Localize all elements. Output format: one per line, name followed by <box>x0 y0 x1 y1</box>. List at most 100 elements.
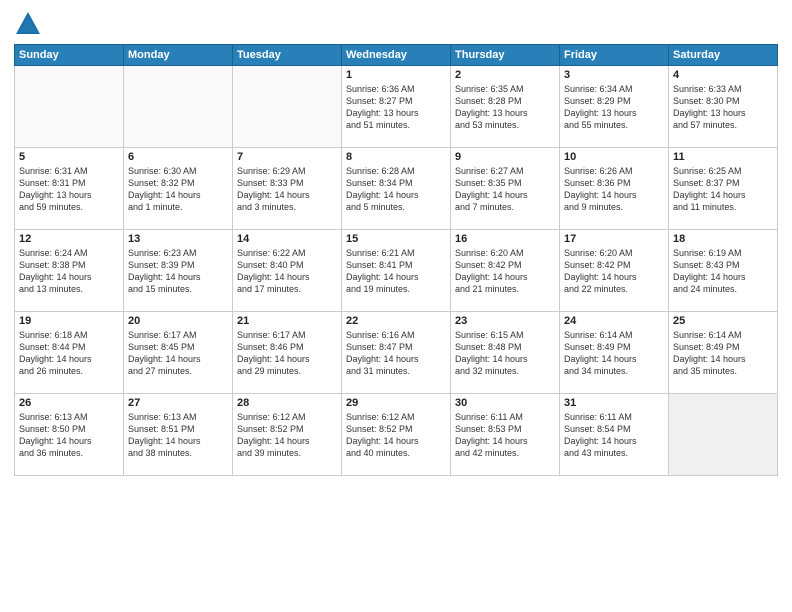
calendar-cell: 8 Sunrise: 6:28 AM Sunset: 8:34 PM Daylig… <box>342 148 451 230</box>
day-number: 20 <box>128 315 228 327</box>
calendar-cell: 17 Sunrise: 6:20 AM Sunset: 8:42 PM Dayli… <box>560 230 669 312</box>
calendar-cell: 10 Sunrise: 6:26 AM Sunset: 8:36 PM Dayli… <box>560 148 669 230</box>
calendar-cell <box>15 66 124 148</box>
cell-info: Sunrise: 6:18 AM Sunset: 8:44 PM Dayligh… <box>19 329 119 378</box>
day-number: 26 <box>19 397 119 409</box>
weekday-header-row: SundayMondayTuesdayWednesdayThursdayFrid… <box>15 45 778 66</box>
calendar-cell: 19 Sunrise: 6:18 AM Sunset: 8:44 PM Dayli… <box>15 312 124 394</box>
calendar-cell: 5 Sunrise: 6:31 AM Sunset: 8:31 PM Daylig… <box>15 148 124 230</box>
weekday-wednesday: Wednesday <box>342 45 451 66</box>
cell-info: Sunrise: 6:17 AM Sunset: 8:45 PM Dayligh… <box>128 329 228 378</box>
day-number: 17 <box>564 233 664 245</box>
day-number: 3 <box>564 69 664 81</box>
day-number: 22 <box>346 315 446 327</box>
cell-info: Sunrise: 6:20 AM Sunset: 8:42 PM Dayligh… <box>455 247 555 296</box>
day-number: 1 <box>346 69 446 81</box>
day-number: 21 <box>237 315 337 327</box>
day-number: 23 <box>455 315 555 327</box>
cell-info: Sunrise: 6:30 AM Sunset: 8:32 PM Dayligh… <box>128 165 228 214</box>
day-number: 27 <box>128 397 228 409</box>
calendar-cell: 7 Sunrise: 6:29 AM Sunset: 8:33 PM Daylig… <box>233 148 342 230</box>
cell-info: Sunrise: 6:28 AM Sunset: 8:34 PM Dayligh… <box>346 165 446 214</box>
calendar-table: SundayMondayTuesdayWednesdayThursdayFrid… <box>14 44 778 476</box>
day-number: 11 <box>673 151 773 163</box>
calendar-cell <box>124 66 233 148</box>
calendar-cell: 31 Sunrise: 6:11 AM Sunset: 8:54 PM Dayli… <box>560 394 669 476</box>
calendar-cell: 18 Sunrise: 6:19 AM Sunset: 8:43 PM Dayli… <box>669 230 778 312</box>
calendar-cell: 13 Sunrise: 6:23 AM Sunset: 8:39 PM Dayli… <box>124 230 233 312</box>
day-number: 6 <box>128 151 228 163</box>
calendar-cell: 22 Sunrise: 6:16 AM Sunset: 8:47 PM Dayli… <box>342 312 451 394</box>
cell-info: Sunrise: 6:16 AM Sunset: 8:47 PM Dayligh… <box>346 329 446 378</box>
day-number: 14 <box>237 233 337 245</box>
cell-info: Sunrise: 6:13 AM Sunset: 8:50 PM Dayligh… <box>19 411 119 460</box>
calendar-cell: 25 Sunrise: 6:14 AM Sunset: 8:49 PM Dayli… <box>669 312 778 394</box>
cell-info: Sunrise: 6:21 AM Sunset: 8:41 PM Dayligh… <box>346 247 446 296</box>
calendar-cell: 20 Sunrise: 6:17 AM Sunset: 8:45 PM Dayli… <box>124 312 233 394</box>
day-number: 8 <box>346 151 446 163</box>
calendar-cell: 29Sunrise: 6:12 AM Sunset: 8:52 PM Dayli… <box>342 394 451 476</box>
calendar-cell: 26 Sunrise: 6:13 AM Sunset: 8:50 PM Dayli… <box>15 394 124 476</box>
calendar-cell <box>233 66 342 148</box>
day-number: 12 <box>19 233 119 245</box>
cell-info: Sunrise: 6:33 AM Sunset: 8:30 PM Dayligh… <box>673 83 773 132</box>
week-row-3: 12Sunrise: 6:24 AM Sunset: 8:38 PM Dayli… <box>15 230 778 312</box>
day-number: 13 <box>128 233 228 245</box>
calendar-cell: 24 Sunrise: 6:14 AM Sunset: 8:49 PM Dayli… <box>560 312 669 394</box>
cell-info: Sunrise: 6:13 AM Sunset: 8:51 PM Dayligh… <box>128 411 228 460</box>
cell-info: Sunrise: 6:11 AM Sunset: 8:54 PM Dayligh… <box>564 411 664 460</box>
cell-info: Sunrise: 6:12 AM Sunset: 8:52 PM Dayligh… <box>237 411 337 460</box>
cell-info: Sunrise: 6:27 AM Sunset: 8:35 PM Dayligh… <box>455 165 555 214</box>
weekday-thursday: Thursday <box>451 45 560 66</box>
cell-info: Sunrise: 6:17 AM Sunset: 8:46 PM Dayligh… <box>237 329 337 378</box>
cell-info: Sunrise: 6:35 AM Sunset: 8:28 PM Dayligh… <box>455 83 555 132</box>
calendar-cell: 23 Sunrise: 6:15 AM Sunset: 8:48 PM Dayli… <box>451 312 560 394</box>
weekday-monday: Monday <box>124 45 233 66</box>
calendar-cell: 4 Sunrise: 6:33 AM Sunset: 8:30 PM Daylig… <box>669 66 778 148</box>
weekday-tuesday: Tuesday <box>233 45 342 66</box>
cell-info: Sunrise: 6:19 AM Sunset: 8:43 PM Dayligh… <box>673 247 773 296</box>
cell-info: Sunrise: 6:14 AM Sunset: 8:49 PM Dayligh… <box>564 329 664 378</box>
day-number: 31 <box>564 397 664 409</box>
day-number: 24 <box>564 315 664 327</box>
day-number: 29 <box>346 397 446 409</box>
day-number: 15 <box>346 233 446 245</box>
cell-info: Sunrise: 6:25 AM Sunset: 8:37 PM Dayligh… <box>673 165 773 214</box>
cell-info: Sunrise: 6:29 AM Sunset: 8:33 PM Dayligh… <box>237 165 337 214</box>
header <box>14 10 778 38</box>
page: SundayMondayTuesdayWednesdayThursdayFrid… <box>0 0 792 612</box>
weekday-friday: Friday <box>560 45 669 66</box>
calendar-cell: 12Sunrise: 6:24 AM Sunset: 8:38 PM Dayli… <box>15 230 124 312</box>
cell-info: Sunrise: 6:31 AM Sunset: 8:31 PM Dayligh… <box>19 165 119 214</box>
cell-info: Sunrise: 6:34 AM Sunset: 8:29 PM Dayligh… <box>564 83 664 132</box>
cell-info: Sunrise: 6:26 AM Sunset: 8:36 PM Dayligh… <box>564 165 664 214</box>
calendar-cell: 6 Sunrise: 6:30 AM Sunset: 8:32 PM Daylig… <box>124 148 233 230</box>
logo-icon <box>14 10 42 38</box>
logo <box>14 10 46 38</box>
calendar-cell: 27 Sunrise: 6:13 AM Sunset: 8:51 PM Dayli… <box>124 394 233 476</box>
day-number: 16 <box>455 233 555 245</box>
day-number: 5 <box>19 151 119 163</box>
day-number: 10 <box>564 151 664 163</box>
day-number: 30 <box>455 397 555 409</box>
calendar-cell: 11 Sunrise: 6:25 AM Sunset: 8:37 PM Dayli… <box>669 148 778 230</box>
cell-info: Sunrise: 6:23 AM Sunset: 8:39 PM Dayligh… <box>128 247 228 296</box>
week-row-4: 19 Sunrise: 6:18 AM Sunset: 8:44 PM Dayli… <box>15 312 778 394</box>
calendar-cell: 9Sunrise: 6:27 AM Sunset: 8:35 PM Daylig… <box>451 148 560 230</box>
cell-info: Sunrise: 6:14 AM Sunset: 8:49 PM Dayligh… <box>673 329 773 378</box>
calendar-cell: 28 Sunrise: 6:12 AM Sunset: 8:52 PM Dayli… <box>233 394 342 476</box>
day-number: 18 <box>673 233 773 245</box>
day-number: 19 <box>19 315 119 327</box>
weekday-sunday: Sunday <box>15 45 124 66</box>
calendar-cell: 16 Sunrise: 6:20 AM Sunset: 8:42 PM Dayli… <box>451 230 560 312</box>
day-number: 25 <box>673 315 773 327</box>
day-number: 7 <box>237 151 337 163</box>
cell-info: Sunrise: 6:15 AM Sunset: 8:48 PM Dayligh… <box>455 329 555 378</box>
day-number: 4 <box>673 69 773 81</box>
cell-info: Sunrise: 6:20 AM Sunset: 8:42 PM Dayligh… <box>564 247 664 296</box>
week-row-5: 26 Sunrise: 6:13 AM Sunset: 8:50 PM Dayli… <box>15 394 778 476</box>
day-number: 28 <box>237 397 337 409</box>
week-row-1: 1Sunrise: 6:36 AM Sunset: 8:27 PM Daylig… <box>15 66 778 148</box>
calendar-cell: 30Sunrise: 6:11 AM Sunset: 8:53 PM Dayli… <box>451 394 560 476</box>
calendar-cell <box>669 394 778 476</box>
